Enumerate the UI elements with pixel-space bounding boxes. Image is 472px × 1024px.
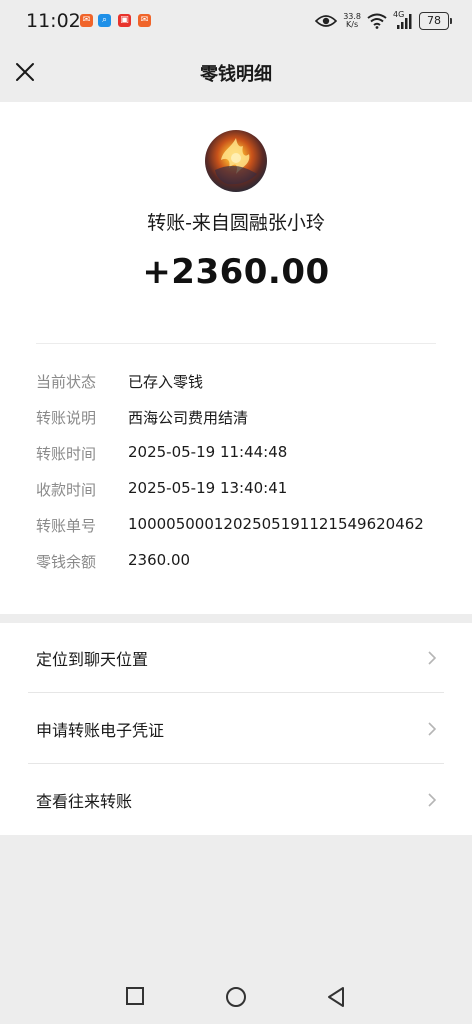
detail-value: 2360.00 [128, 551, 191, 569]
divider [28, 763, 444, 764]
transfer-detail-card: 转账-来自圆融张小玲 +2360.00 当前状态 已存入零钱 转账说明 西海公司… [0, 102, 472, 614]
status-time: 11:02 [26, 10, 81, 32]
detail-row-status: 当前状态 已存入零钱 [36, 371, 456, 395]
detail-row-transfer-number: 转账单号 1000050001202505191121549620462 [36, 515, 456, 539]
request-voucher-button[interactable]: 申请转账电子凭证 [0, 694, 472, 764]
locate-chat-button[interactable]: 定位到聊天位置 [0, 623, 472, 693]
system-nav-bar [0, 970, 472, 1024]
detail-value: 已存入零钱 [128, 373, 204, 391]
action-label: 查看往来转账 [36, 792, 133, 811]
back-triangle-icon[interactable] [326, 986, 346, 1008]
detail-row-description: 转账说明 西海公司费用结清 [36, 407, 456, 431]
action-label: 申请转账电子凭证 [36, 721, 165, 740]
detail-row-transfer-time: 转账时间 2025-05-19 11:44:48 [36, 443, 456, 467]
page-title: 零钱明细 [200, 64, 272, 85]
eye-icon [315, 15, 338, 27]
detail-row-receive-time: 收款时间 2025-05-19 13:40:41 [36, 479, 456, 503]
app-notification-icon: ✉ [80, 14, 93, 27]
signal-bars-icon [397, 14, 412, 29]
net-speed: 33.8 K/s [343, 13, 361, 29]
divider [36, 343, 436, 344]
battery-level: 78 [419, 12, 449, 30]
battery-tip [450, 18, 452, 24]
recents-square-icon[interactable] [125, 986, 145, 1006]
app-notification-icon: ⌕ [98, 14, 111, 27]
action-list: 定位到聊天位置 申请转账电子凭证 查看往来转账 [0, 623, 472, 835]
divider [28, 692, 444, 693]
cellular-signal: 4G [393, 10, 413, 30]
view-transfers-button[interactable]: 查看往来转账 [0, 765, 472, 835]
detail-value: 2025-05-19 11:44:48 [128, 443, 288, 461]
avatar-image-icon [215, 138, 257, 185]
sender-line: 转账-来自圆融张小玲 [147, 212, 325, 234]
detail-label: 转账说明 [36, 409, 97, 427]
chevron-right-icon [428, 651, 436, 665]
avatar [205, 130, 267, 192]
detail-label: 收款时间 [36, 481, 97, 499]
app-notification-icon: ✉ [138, 14, 151, 27]
battery-indicator: 78 [419, 12, 452, 30]
home-circle-icon[interactable] [225, 986, 247, 1008]
detail-row-balance: 零钱余额 2360.00 [36, 551, 456, 575]
detail-label: 转账时间 [36, 445, 97, 463]
action-label: 定位到聊天位置 [36, 650, 149, 669]
app-notification-icon: ▣ [118, 14, 131, 27]
status-bar: 11:02 ✉ ⌕ ▣ ✉ 33.8 K/s 4G 78 [0, 0, 472, 44]
detail-label: 当前状态 [36, 373, 97, 391]
net-speed-unit: K/s [346, 20, 359, 29]
detail-value: 西海公司费用结清 [128, 409, 249, 427]
detail-label: 零钱余额 [36, 553, 97, 571]
wifi-icon [367, 13, 387, 29]
status-indicators: 33.8 K/s 4G 78 [315, 9, 452, 33]
detail-value: 2025-05-19 13:40:41 [128, 479, 288, 497]
chevron-right-icon [428, 722, 436, 736]
detail-label: 转账单号 [36, 517, 97, 535]
header: 零钱明细 [0, 44, 472, 102]
transfer-amount: +2360.00 [142, 252, 330, 292]
chevron-right-icon [428, 793, 436, 807]
detail-value: 1000050001202505191121549620462 [128, 515, 424, 533]
